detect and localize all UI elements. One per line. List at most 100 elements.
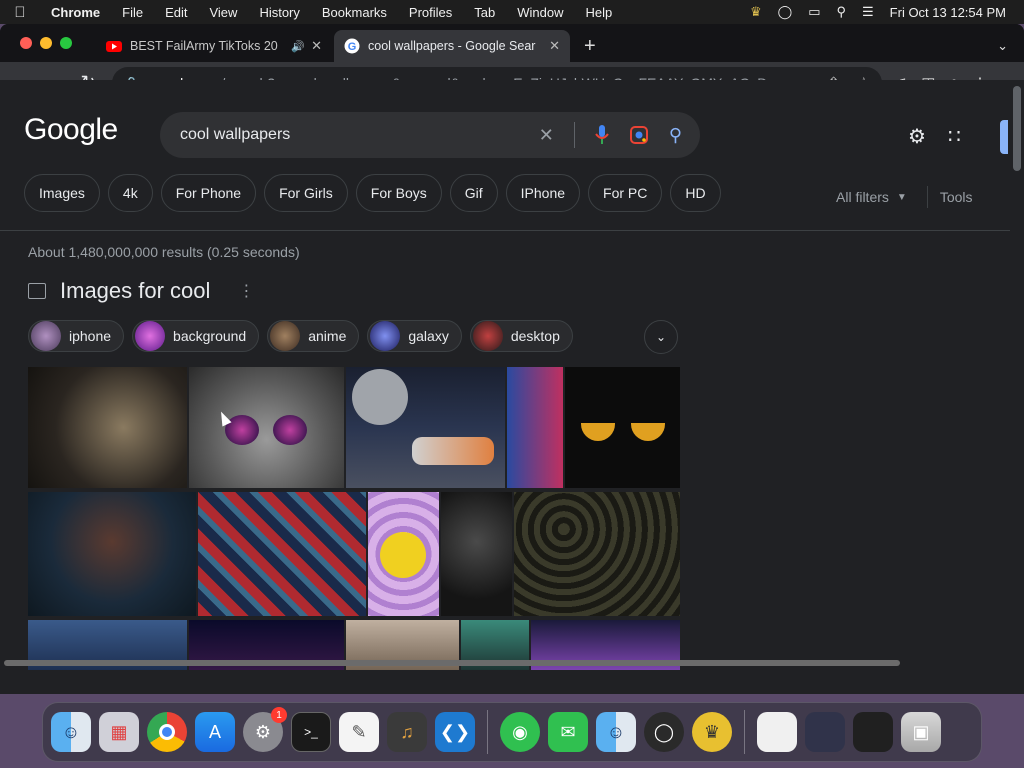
- more-options-icon[interactable]: ⋮: [238, 281, 254, 301]
- airplay-status-icon[interactable]: ◯: [778, 4, 793, 20]
- tools-button[interactable]: Tools: [940, 189, 973, 205]
- images-section-title[interactable]: Images for cool: [60, 278, 210, 304]
- finder-icon[interactable]: ☺: [51, 712, 91, 752]
- all-filters-button[interactable]: All filters: [836, 189, 889, 205]
- launchpad-icon[interactable]: ▦: [99, 712, 139, 752]
- tab-search-chevron-icon[interactable]: ⌄: [997, 38, 1008, 54]
- menu-file[interactable]: File: [111, 5, 154, 20]
- horizontal-scrollbar[interactable]: [4, 660, 900, 666]
- image-result-smiley[interactable]: [368, 492, 439, 616]
- clear-search-icon[interactable]: ✕: [539, 125, 554, 146]
- google-logo[interactable]: Google: [24, 113, 118, 147]
- chip-label: desktop: [510, 328, 560, 344]
- chip-for-phone[interactable]: For Phone: [160, 174, 257, 212]
- menu-view[interactable]: View: [198, 5, 248, 20]
- new-tab-button[interactable]: +: [584, 36, 596, 56]
- obs-icon[interactable]: ◯: [644, 712, 684, 752]
- menu-window[interactable]: Window: [506, 5, 574, 20]
- menu-bookmarks[interactable]: Bookmarks: [311, 5, 398, 20]
- image-chip-iphone[interactable]: iphone: [28, 320, 125, 352]
- image-result-black-cat-eyes[interactable]: [565, 367, 680, 488]
- menubar-clock[interactable]: Fri Oct 13 12:54 PM: [890, 5, 1006, 20]
- trash-icon[interactable]: ▣: [901, 712, 941, 752]
- close-tab-icon[interactable]: ✕: [549, 38, 560, 54]
- chip-label: anime: [308, 328, 347, 344]
- textedit-icon[interactable]: ✎: [339, 712, 379, 752]
- chip-for-girls[interactable]: For Girls: [264, 174, 348, 212]
- image-result-wolf[interactable]: [507, 367, 563, 488]
- moon-shape: [352, 369, 408, 425]
- spotlight-search-icon[interactable]: ⚲: [836, 4, 846, 20]
- image-results-grid: [28, 367, 680, 670]
- menu-profiles[interactable]: Profiles: [398, 5, 463, 20]
- menu-tab[interactable]: Tab: [463, 5, 506, 20]
- close-window-button[interactable]: [20, 37, 32, 49]
- chip-hd[interactable]: HD: [670, 174, 721, 212]
- chip-thumbnail: [472, 321, 503, 351]
- account-avatar[interactable]: [1000, 120, 1008, 154]
- image-chip-desktop[interactable]: desktop: [469, 320, 573, 352]
- scrollbar-thumb[interactable]: [1013, 86, 1021, 171]
- chrome-icon[interactable]: [147, 712, 187, 752]
- search-input[interactable]: cool wallpapers: [180, 126, 539, 144]
- window-preview-icon[interactable]: [853, 712, 893, 752]
- document-preview-icon[interactable]: [757, 712, 797, 752]
- vertical-scrollbar[interactable]: [1010, 80, 1024, 670]
- menu-help[interactable]: Help: [575, 5, 624, 20]
- window-preview-icon[interactable]: [805, 712, 845, 752]
- menu-app-name[interactable]: Chrome: [40, 5, 111, 20]
- image-chip-galaxy[interactable]: galaxy: [367, 320, 462, 352]
- image-result-icon-collage[interactable]: [514, 492, 680, 616]
- vscode-icon[interactable]: ❮❯: [435, 712, 475, 752]
- search-results-page: Google cool wallpapers ✕ ⚲ ⚙ ∷ Images 4k…: [0, 80, 1010, 670]
- finder-secondary-icon[interactable]: ☺: [596, 712, 636, 752]
- menu-history[interactable]: History: [248, 5, 310, 20]
- tab-google-search[interactable]: G cool wallpapers - Google Sear ✕: [334, 30, 570, 62]
- settings-gear-icon[interactable]: ⚙: [908, 124, 926, 149]
- image-result-tiger[interactable]: [28, 367, 187, 488]
- menu-edit[interactable]: Edit: [154, 5, 198, 20]
- chip-images[interactable]: Images: [24, 174, 100, 212]
- chip-thumbnail: [135, 321, 166, 351]
- image-chip-background[interactable]: background: [132, 320, 260, 352]
- speaker-icon[interactable]: 🔊: [291, 40, 305, 53]
- cat-eye: [631, 423, 665, 441]
- image-result-moon-car[interactable]: [346, 367, 505, 488]
- messages-icon[interactable]: ✉: [548, 712, 588, 752]
- chip-gif[interactable]: Gif: [449, 174, 498, 212]
- cyberduck-icon[interactable]: ♛: [692, 712, 732, 752]
- tab-youtube[interactable]: BEST FailArmy TikToks 20 🔊 ✕: [96, 30, 332, 62]
- car-shape: [412, 437, 494, 465]
- search-submit-icon[interactable]: ⚲: [669, 125, 682, 146]
- garageband-icon[interactable]: ♫: [387, 712, 427, 752]
- app-store-icon[interactable]: A: [195, 712, 235, 752]
- chip-for-boys[interactable]: For Boys: [355, 174, 442, 212]
- image-result-cat-glasses[interactable]: [189, 367, 344, 488]
- image-refinement-chips: iphone background anime galaxy desktop: [28, 320, 573, 352]
- image-result-doodle-pattern[interactable]: [198, 492, 366, 616]
- expand-chips-chevron-icon[interactable]: ⌄: [644, 320, 678, 354]
- image-result-astronaut[interactable]: [28, 492, 196, 616]
- image-chip-anime[interactable]: anime: [267, 320, 360, 352]
- terminal-icon[interactable]: >_: [291, 712, 331, 752]
- status-app-icon[interactable]: ♛: [750, 4, 762, 20]
- chip-4k[interactable]: 4k: [107, 174, 153, 212]
- find-my-icon[interactable]: ◉: [500, 712, 540, 752]
- image-result-joker[interactable]: [441, 492, 512, 616]
- lens-camera-icon[interactable]: [629, 125, 649, 145]
- microphone-icon[interactable]: [595, 125, 609, 145]
- system-settings-icon[interactable]: ⚙ 1: [243, 707, 287, 752]
- control-center-icon[interactable]: ☰: [862, 4, 874, 20]
- chip-iphone[interactable]: IPhone: [505, 174, 581, 212]
- search-divider: [573, 122, 575, 148]
- minimize-window-button[interactable]: [40, 37, 52, 49]
- google-apps-icon[interactable]: ∷: [948, 124, 961, 149]
- window-controls: [20, 37, 72, 49]
- apple-menu-icon[interactable]: : [0, 4, 40, 21]
- search-box[interactable]: cool wallpapers ✕ ⚲: [160, 112, 700, 158]
- zoom-window-button[interactable]: [60, 37, 72, 49]
- chip-for-pc[interactable]: For PC: [588, 174, 663, 212]
- close-tab-icon[interactable]: ✕: [311, 38, 322, 54]
- dropdown-caret-icon[interactable]: ▼: [897, 192, 907, 203]
- screen-mirroring-icon[interactable]: ▭: [808, 4, 820, 20]
